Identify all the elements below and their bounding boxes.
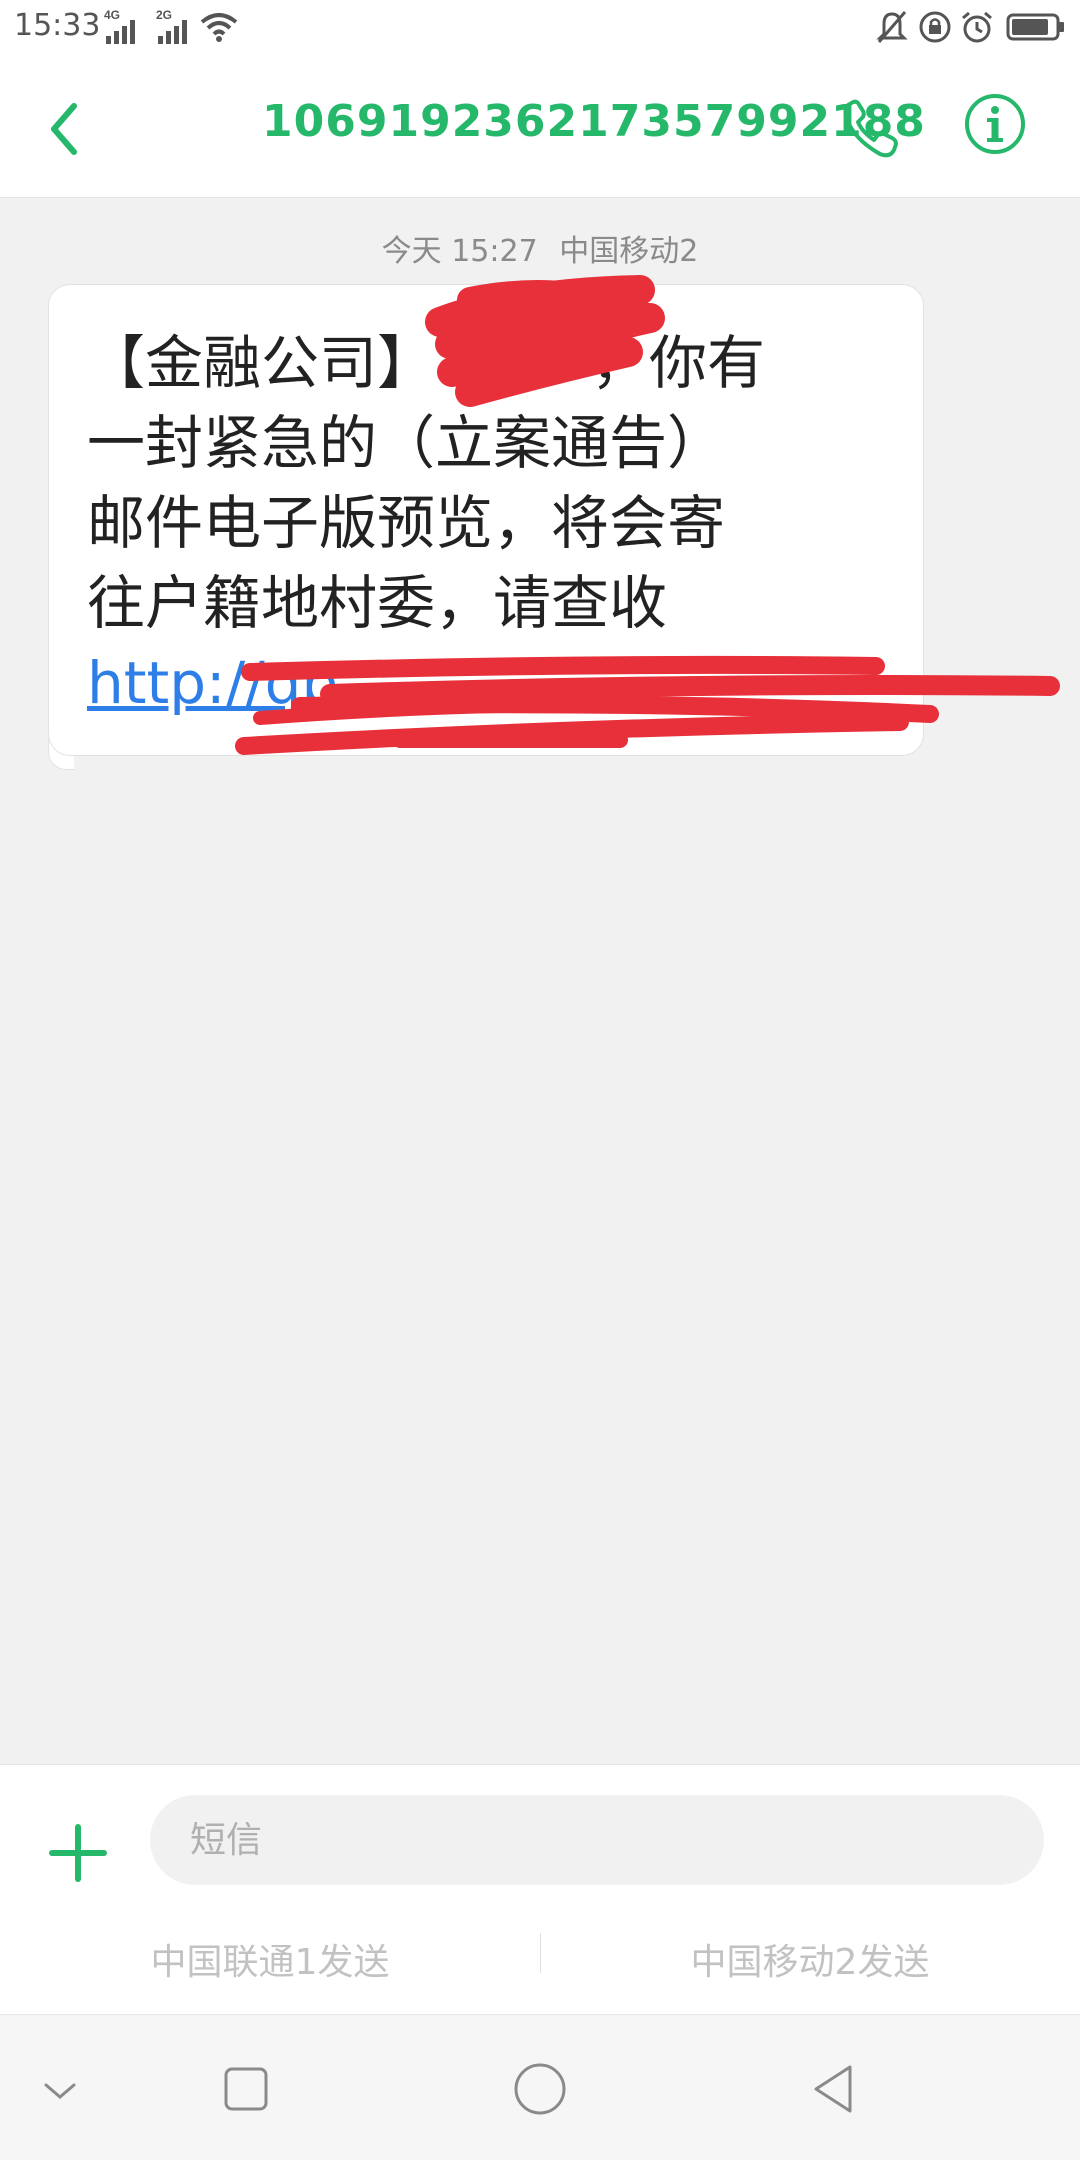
message-line-4: 往户籍地村委，请查收 (87, 569, 668, 637)
phone-icon[interactable] (840, 96, 900, 160)
wifi-icon (200, 13, 238, 42)
timestamp-time: 今天 15:27 (381, 234, 538, 269)
message-line-1-prefix: 【金融公司】 (87, 329, 436, 397)
back-icon[interactable] (36, 94, 96, 164)
message-bubble[interactable]: 【金融公司】 ，你有 一封紧急的（立案通告） 邮件电子版预览，将会寄 往户籍地村委… (48, 284, 924, 756)
conversation-header: 106919236217357992188 (0, 56, 1080, 198)
navigation-bar (0, 2014, 1080, 2160)
home-icon[interactable] (500, 2055, 580, 2125)
status-time: 15:33 (14, 8, 101, 43)
hide-keyboard-icon[interactable] (20, 2055, 100, 2125)
message-timestamp: 今天 15:27 中国移动2 (0, 226, 1080, 270)
info-icon[interactable] (963, 92, 1027, 156)
message-line-2: 一封紧急的（立案通告） (87, 409, 726, 477)
status-bar: 15:33 4G 2G (0, 0, 1080, 56)
send-sim1-button[interactable]: 中国联通1发送 (0, 1933, 540, 1985)
message-text: 【金融公司】 ，你有 一封紧急的（立案通告） 邮件电子版预览，将会寄 往户籍地村委… (87, 323, 887, 723)
add-attachment-icon[interactable] (46, 1821, 110, 1885)
send-options: 中国联通1发送 中国移动2发送 (0, 1905, 1080, 1995)
message-link[interactable]: http://qp (87, 649, 338, 717)
message-line-1: 【金融公司】 ，你有 (87, 323, 887, 403)
signal-icon (106, 20, 135, 44)
back-nav-icon[interactable] (794, 2055, 874, 2125)
lock-rotation-icon (919, 11, 951, 43)
timestamp-carrier: 中国移动2 (559, 234, 699, 269)
send-sim2-button[interactable]: 中国移动2发送 (540, 1933, 1080, 1985)
message-input[interactable] (150, 1795, 1044, 1885)
battery-icon (1006, 13, 1064, 41)
signal-icon (158, 20, 187, 44)
composer: 中国联通1发送 中国移动2发送 (0, 1764, 1080, 2014)
message-link-line: http://qp (87, 643, 887, 723)
message-line-1-suffix: ，你有 (591, 329, 766, 397)
alarm-icon (962, 11, 992, 43)
message-line-3: 邮件电子版预览，将会寄 (87, 489, 726, 557)
mute-icon (876, 11, 908, 43)
contact-number: 106919236217357992188 (262, 96, 926, 147)
recents-icon[interactable] (206, 2055, 286, 2125)
